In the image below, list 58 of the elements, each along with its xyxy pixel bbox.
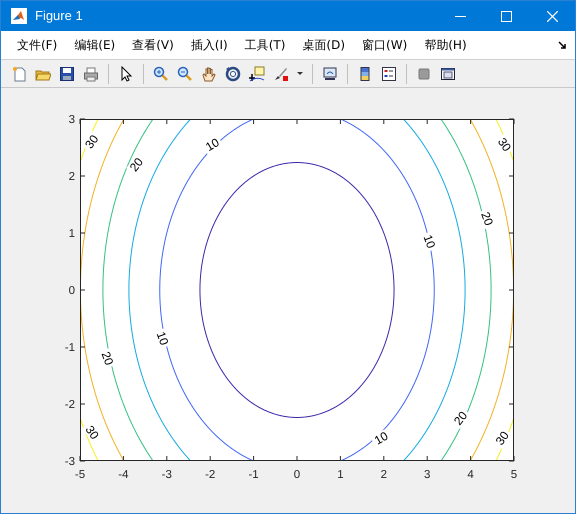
menu-item[interactable]: 工具(T) bbox=[236, 34, 294, 56]
x-tick-label: 0 bbox=[294, 469, 300, 481]
contour-label: 20 bbox=[98, 350, 116, 368]
zoom-out-icon bbox=[177, 66, 193, 82]
x-tick-label: -3 bbox=[162, 469, 172, 481]
menu-item[interactable]: 文件(F) bbox=[9, 34, 66, 56]
app-icon bbox=[11, 8, 27, 24]
data-cursor-icon bbox=[249, 66, 265, 82]
x-tick-label: -4 bbox=[118, 469, 129, 481]
y-tick-label: 1 bbox=[68, 228, 75, 240]
menu-item[interactable]: 查看(V) bbox=[124, 34, 182, 56]
dock-arrow-icon[interactable] bbox=[558, 40, 567, 50]
x-tick-label: -5 bbox=[74, 469, 86, 481]
contour-label: 30 bbox=[492, 428, 512, 448]
x-tick-label: 2 bbox=[380, 469, 387, 481]
x-tick-label: 1 bbox=[337, 469, 344, 481]
data-cursor-button[interactable] bbox=[247, 64, 267, 84]
menu-item[interactable]: 帮助(H) bbox=[416, 34, 475, 56]
save-icon bbox=[59, 66, 75, 82]
x-tick-label: -1 bbox=[248, 469, 259, 481]
contour-label: 20 bbox=[451, 408, 470, 428]
menu-item[interactable]: 桌面(D) bbox=[294, 34, 354, 56]
x-tick-label: 3 bbox=[424, 469, 430, 481]
y-tick-label: -3 bbox=[64, 456, 75, 468]
new-file-icon bbox=[11, 66, 27, 82]
dropdown-caret-icon bbox=[297, 72, 303, 75]
rounded-square-icon bbox=[416, 66, 432, 82]
y-tick-label: 2 bbox=[68, 171, 75, 183]
contour-label: 30 bbox=[494, 135, 514, 154]
close-icon bbox=[546, 10, 558, 22]
contour-label: 20 bbox=[478, 210, 496, 228]
y-tick-label: -1 bbox=[64, 342, 75, 354]
menu-item[interactable]: 窗口(W) bbox=[354, 34, 416, 56]
contour-label: 30 bbox=[82, 132, 102, 152]
contour-label: 10 bbox=[203, 135, 222, 154]
contour-label: 10 bbox=[420, 232, 438, 250]
x-tick-label: 5 bbox=[510, 469, 518, 481]
panel-window-icon bbox=[440, 66, 456, 82]
x-tick-label: 4 bbox=[467, 469, 474, 481]
contour-label: 30 bbox=[82, 423, 102, 442]
linked-plot-icon bbox=[322, 66, 338, 82]
brush-icon bbox=[273, 66, 289, 82]
rotate-icon bbox=[225, 66, 241, 82]
hand-icon bbox=[201, 66, 217, 82]
contour-label: 10 bbox=[372, 428, 390, 448]
menu-item[interactable]: 插入(I) bbox=[182, 34, 236, 56]
y-tick-label: 0 bbox=[68, 285, 75, 297]
maximize-icon bbox=[500, 10, 512, 22]
y-tick-label: -2 bbox=[64, 399, 75, 411]
contour-label: 10 bbox=[154, 330, 172, 348]
legend-icon bbox=[381, 66, 397, 82]
menu-item[interactable]: 编辑(E) bbox=[66, 34, 124, 56]
print-icon bbox=[83, 66, 99, 82]
contour-label: 20 bbox=[126, 155, 146, 174]
zoom-in-icon bbox=[153, 66, 169, 82]
y-tick-label: 3 bbox=[68, 114, 75, 126]
x-tick-label: -2 bbox=[205, 469, 216, 481]
window-title: Figure 1 bbox=[35, 7, 83, 26]
